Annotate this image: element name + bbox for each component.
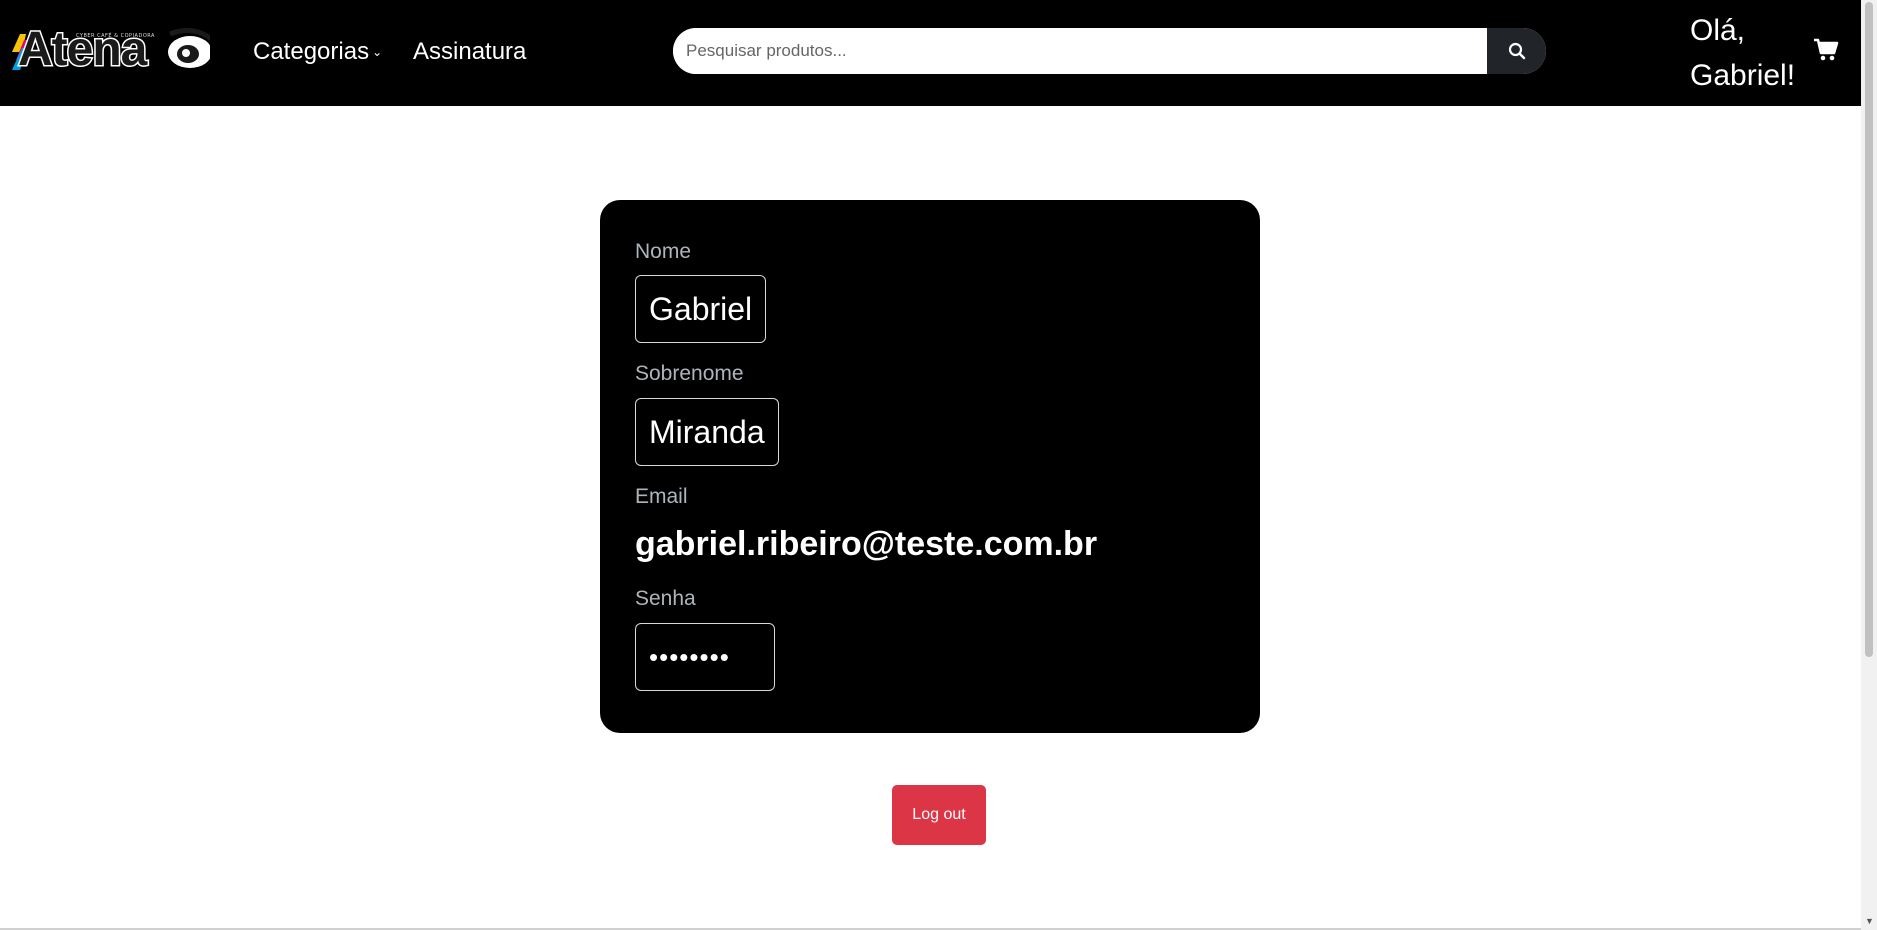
search-input[interactable] <box>673 28 1485 74</box>
brand-logo[interactable]: Atena CYBER CAFÉ & COPIADORA <box>10 22 217 80</box>
top-navbar: Atena CYBER CAFÉ & COPIADORA Categorias ⌄… <box>0 0 1861 106</box>
page-scrollbar[interactable]: ▼ <box>1861 0 1877 930</box>
nav-categories-dropdown[interactable]: Categorias ⌄ <box>253 38 382 66</box>
first-name-field[interactable]: Gabriel <box>635 275 767 343</box>
nav-subscription-link[interactable]: Assinatura <box>413 38 526 66</box>
email-value: gabriel.ribeiro@teste.com.br <box>635 525 1098 563</box>
logo-subtitle: CYBER CAFÉ & COPIADORA <box>76 33 155 39</box>
scroll-down-icon[interactable]: ▼ <box>1865 916 1874 926</box>
email-label: Email <box>635 485 688 508</box>
cart-icon <box>1814 38 1839 61</box>
profile-card: Nome Gabriel Sobrenome Miranda Email gab… <box>600 200 1260 733</box>
last-name-label: Sobrenome <box>635 362 744 385</box>
chevron-down-icon: ⌄ <box>372 45 383 59</box>
nav-categories-label: Categorias <box>253 38 370 65</box>
cart-button[interactable] <box>1813 38 1839 67</box>
last-name-field[interactable]: Miranda <box>635 398 779 466</box>
search-bar <box>673 28 1546 74</box>
logout-button[interactable]: Log out <box>892 785 986 845</box>
search-button[interactable] <box>1487 28 1546 74</box>
search-icon <box>1508 42 1525 60</box>
scrollbar-thumb[interactable] <box>1865 2 1873 657</box>
password-field[interactable]: •••••••• <box>635 623 775 691</box>
user-greeting[interactable]: Olá, Gabriel! <box>1690 8 1810 98</box>
first-name-label: Nome <box>635 240 692 263</box>
logo-wordmark: Atena <box>16 22 148 78</box>
password-label: Senha <box>635 587 696 610</box>
